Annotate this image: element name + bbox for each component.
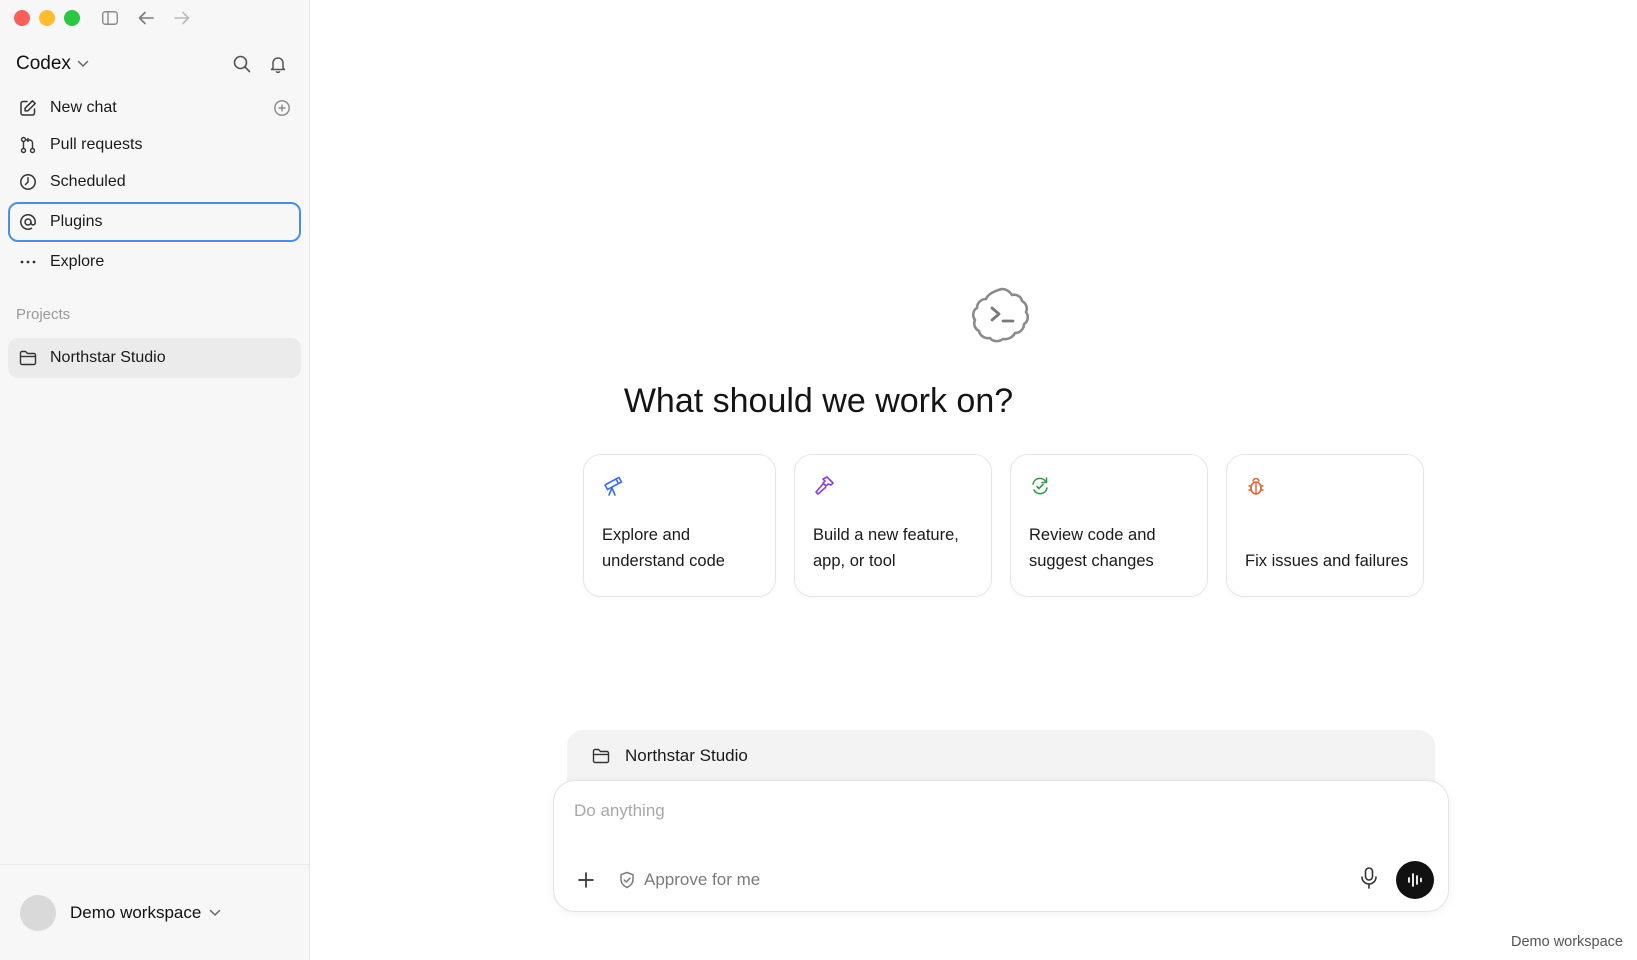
waveform-icon bbox=[1408, 873, 1422, 887]
sidebar-item-new-chat[interactable]: New chat bbox=[8, 90, 301, 126]
suggestion-cards: Explore and understand code Build a new … bbox=[583, 454, 1424, 597]
suggestion-card-label: Review code and suggest changes bbox=[1029, 526, 1156, 570]
sidebar: Codex New chat Pull requests Scheduled P… bbox=[0, 0, 310, 960]
telescope-icon bbox=[602, 475, 624, 497]
microphone-icon[interactable] bbox=[1360, 866, 1378, 894]
avatar[interactable] bbox=[20, 894, 56, 931]
bug-icon bbox=[1245, 475, 1267, 497]
sidebar-item-label: Pull requests bbox=[50, 136, 143, 153]
sidebar-item-explore[interactable]: Explore bbox=[8, 244, 301, 280]
suggestion-card-review[interactable]: Review code and suggest changes bbox=[1010, 454, 1208, 597]
clock-icon bbox=[18, 172, 38, 192]
page-title: What should we work on? bbox=[623, 382, 1014, 420]
compose-icon bbox=[18, 98, 38, 118]
projects-section-label: Projects bbox=[16, 306, 71, 323]
back-arrow-icon[interactable] bbox=[136, 8, 156, 28]
brand-row: Codex bbox=[16, 50, 289, 78]
window-controls bbox=[14, 10, 80, 26]
project-item-northstar-studio[interactable]: Northstar Studio bbox=[8, 338, 301, 378]
sidebar-item-label: Explore bbox=[50, 253, 105, 270]
shield-check-icon bbox=[620, 871, 634, 889]
add-circle-icon[interactable] bbox=[273, 99, 291, 117]
project-label: Northstar Studio bbox=[50, 349, 166, 366]
workspace-switcher[interactable]: Demo workspace bbox=[70, 903, 201, 923]
suggestion-card-label: Fix issues and failures bbox=[1245, 552, 1409, 570]
prompt-input[interactable] bbox=[574, 801, 1274, 821]
project-context-bar[interactable]: Northstar Studio bbox=[567, 730, 1435, 782]
context-project-label: Northstar Studio bbox=[625, 746, 748, 765]
plus-icon bbox=[578, 872, 594, 888]
forward-arrow-icon[interactable] bbox=[172, 8, 192, 28]
sidebar-item-pull-requests[interactable]: Pull requests bbox=[8, 127, 301, 163]
suggestion-card-build[interactable]: Build a new feature, app, or tool bbox=[794, 454, 992, 597]
voice-mode-button[interactable] bbox=[1396, 861, 1434, 899]
more-dots-icon bbox=[18, 252, 38, 272]
window-toolbar bbox=[100, 8, 192, 28]
sidebar-footer: Demo workspace bbox=[0, 864, 310, 960]
folder-icon bbox=[18, 348, 38, 368]
suggestion-card-label: Build a new feature, app, or tool bbox=[813, 526, 959, 570]
sidebar-item-label: Scheduled bbox=[50, 173, 126, 190]
suggestion-card-fix[interactable]: Fix issues and failures bbox=[1226, 454, 1424, 597]
hammer-icon bbox=[813, 475, 835, 497]
review-cycle-icon bbox=[1029, 475, 1051, 497]
chevron-down-icon[interactable] bbox=[209, 909, 221, 917]
pull-request-icon bbox=[18, 135, 38, 155]
sidebar-item-scheduled[interactable]: Scheduled bbox=[8, 164, 301, 200]
composer: Approve for me bbox=[553, 780, 1449, 912]
approve-label: Approve for me bbox=[644, 870, 761, 889]
codex-logo-icon bbox=[970, 283, 1034, 347]
minimize-window-button[interactable] bbox=[39, 10, 55, 26]
sidebar-item-label: Plugins bbox=[50, 213, 103, 230]
sidebar-nav: New chat Pull requests Scheduled Plugins bbox=[8, 90, 301, 281]
approve-for-me-toggle[interactable]: Approve for me bbox=[618, 870, 760, 890]
sidebar-item-plugins[interactable]: Plugins bbox=[8, 202, 301, 242]
sidebar-toggle-icon[interactable] bbox=[100, 8, 120, 28]
chevron-down-icon bbox=[77, 60, 89, 68]
search-icon[interactable] bbox=[231, 53, 253, 75]
app-switcher[interactable]: Codex bbox=[16, 53, 89, 75]
folder-icon bbox=[591, 746, 611, 766]
suggestion-card-label: Explore and understand code bbox=[602, 526, 725, 570]
sidebar-item-label: New chat bbox=[50, 99, 117, 116]
workspace-corner-label: Demo workspace bbox=[1510, 934, 1623, 950]
zoom-window-button[interactable] bbox=[64, 10, 80, 26]
add-attachment-button[interactable] bbox=[572, 866, 600, 894]
app-name: Codex bbox=[16, 53, 71, 74]
bell-icon[interactable] bbox=[267, 53, 289, 75]
at-sign-icon bbox=[18, 212, 38, 232]
close-window-button[interactable] bbox=[14, 10, 30, 26]
suggestion-card-explore[interactable]: Explore and understand code bbox=[583, 454, 776, 597]
